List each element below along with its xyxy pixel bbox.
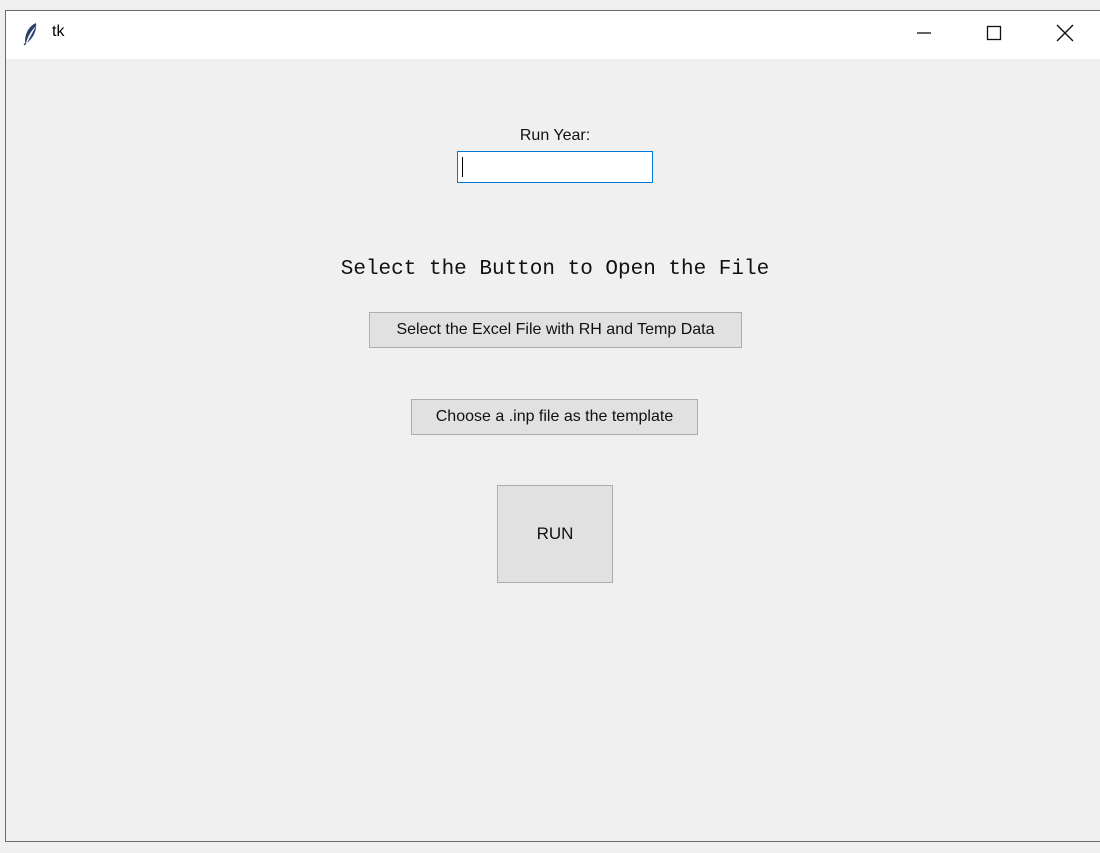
select-excel-file-button[interactable]: Select the Excel File with RH and Temp D… bbox=[369, 312, 742, 348]
run-year-input[interactable] bbox=[457, 151, 653, 183]
run-button[interactable]: RUN bbox=[497, 485, 613, 583]
feather-icon bbox=[21, 22, 41, 46]
minimize-button[interactable] bbox=[889, 11, 959, 59]
title-bar[interactable]: tk bbox=[6, 11, 1100, 59]
maximize-icon bbox=[986, 25, 1002, 46]
minimize-icon bbox=[916, 25, 932, 46]
app-window: tk Run Year: Select the Button to Open t… bbox=[5, 10, 1100, 842]
main-content: Run Year: Select the Button to Open the … bbox=[6, 59, 1100, 842]
maximize-button[interactable] bbox=[959, 11, 1029, 59]
close-button[interactable] bbox=[1030, 11, 1100, 59]
choose-inp-template-button[interactable]: Choose a .inp file as the template bbox=[411, 399, 698, 435]
window-title: tk bbox=[52, 23, 65, 40]
instruction-text: Select the Button to Open the File bbox=[340, 258, 770, 281]
text-cursor bbox=[462, 157, 463, 177]
close-icon bbox=[1056, 24, 1074, 47]
run-year-label: Run Year: bbox=[519, 127, 591, 144]
